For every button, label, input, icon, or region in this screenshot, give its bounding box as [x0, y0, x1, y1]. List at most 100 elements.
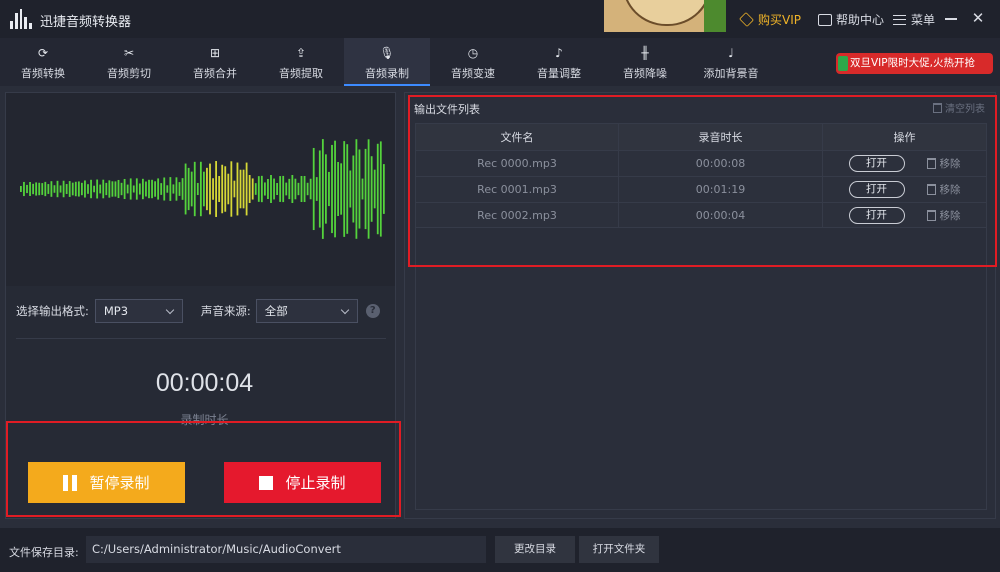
app-logo-icon	[10, 9, 32, 29]
tab-audio-denoise[interactable]: ╫ 音频降噪	[602, 38, 688, 86]
waveform-bar	[233, 180, 236, 198]
menu-label: 菜单	[911, 13, 936, 27]
waveform-bar	[123, 178, 126, 200]
app-title: 迅捷音频转换器	[40, 15, 132, 30]
waveform-bar	[343, 141, 346, 237]
waveform-bar	[321, 139, 324, 239]
waveform-bar	[276, 182, 278, 196]
waveform-bar	[254, 183, 257, 195]
waveform-bar	[87, 184, 89, 194]
waveform-bar	[325, 154, 327, 224]
waveform-bar	[190, 171, 193, 207]
denoise-icon: ╫	[641, 46, 649, 60]
waveform-bar	[47, 184, 50, 194]
waveform-bar	[50, 181, 53, 197]
promo-banner[interactable]: 双旦VIP限时大促,火热开抢	[836, 53, 993, 74]
waveform-bar	[288, 178, 291, 200]
convert-icon: ⟳	[37, 46, 49, 60]
waveform-bar	[59, 185, 62, 193]
waveform-bar	[370, 156, 373, 222]
waveform-bar	[218, 176, 221, 202]
waveform-bar	[297, 182, 300, 196]
waveform-bar	[328, 171, 330, 207]
waveform-bar	[315, 177, 318, 201]
waveform-bar	[68, 181, 71, 197]
tab-audio-extract[interactable]: ⇪ 音频提取	[258, 38, 344, 86]
waveform-bar	[199, 161, 202, 217]
waveform-bar	[108, 180, 111, 198]
waveform-bar	[114, 181, 117, 197]
tab-audio-merge[interactable]: ⊞ 音频合并	[172, 38, 258, 86]
save-directory-bar: 文件保存目录: C:/Users/Administrator/Music/Aud…	[0, 528, 1000, 572]
waveform-bar	[270, 175, 272, 203]
waveform-bar	[361, 178, 364, 200]
waveform-bar	[99, 184, 102, 194]
waveform-bar	[251, 178, 254, 200]
source-value: 全部	[264, 304, 288, 318]
waveform-bar	[245, 162, 248, 216]
waveform-bar	[279, 176, 282, 202]
waveform-bar	[181, 178, 184, 200]
help-question-icon[interactable]: ?	[365, 304, 380, 318]
waveform-bar	[84, 180, 86, 198]
buy-vip-label: 购买VIP	[758, 13, 801, 27]
waveform-bar	[169, 177, 172, 201]
save-path-field[interactable]: C:/Users/Administrator/Music/AudioConver…	[86, 536, 486, 563]
waveform-bar	[306, 182, 309, 196]
waveform-bar	[90, 179, 92, 199]
waveform-bar	[74, 181, 77, 197]
waveform-bar	[340, 163, 343, 215]
waveform-bar	[303, 175, 306, 203]
waveform-bar	[285, 182, 288, 196]
menu-button[interactable]: 菜单	[893, 11, 935, 28]
waveform-bar	[23, 181, 25, 197]
tab-add-background-music[interactable]: ♩ 添加背景音	[688, 38, 774, 86]
waveform-bar	[367, 139, 370, 239]
waveform-bar	[20, 186, 22, 192]
waveform-bar	[242, 169, 245, 209]
waveform-bar	[132, 185, 135, 193]
waveform-bar	[224, 166, 227, 212]
waveform-bar	[35, 182, 38, 196]
waveform-bar	[187, 167, 190, 211]
waveform-bar	[309, 178, 312, 200]
user-avatar[interactable]	[604, 0, 726, 32]
change-directory-button[interactable]: 更改目录	[495, 536, 575, 563]
waveform-bar	[172, 184, 175, 194]
waveform-bar	[160, 183, 163, 195]
waveform-bar	[81, 182, 83, 196]
waveform-bar	[209, 163, 211, 215]
waveform-bar	[56, 180, 59, 198]
tab-audio-cut[interactable]: ✂ 音频剪切	[86, 38, 172, 86]
waveform-bar	[26, 184, 28, 194]
annotation-box-output-list	[408, 95, 997, 267]
tab-audio-convert[interactable]: ⟳ 音频转换	[0, 38, 86, 86]
source-label: 声音来源:	[200, 304, 251, 318]
waveform-bar	[145, 181, 147, 197]
buy-vip-button[interactable]: 购买VIP	[739, 11, 801, 28]
merge-icon: ⊞	[209, 46, 221, 60]
close-icon[interactable]: ✕	[970, 10, 986, 26]
help-center-button[interactable]: 帮助中心	[818, 11, 884, 28]
tab-audio-record[interactable]: 🎙︎ 音频录制	[344, 38, 430, 86]
format-select[interactable]: MP3	[94, 299, 183, 323]
tab-audio-speed[interactable]: ◷ 音频变速	[430, 38, 516, 86]
waveform-bar	[291, 175, 294, 203]
waveform-bar	[71, 182, 74, 196]
minimize-icon[interactable]	[945, 18, 957, 20]
waveform-bar	[379, 141, 382, 237]
waveform-bar	[337, 162, 339, 216]
waveform-bar	[154, 181, 156, 197]
waveform-bar	[163, 177, 166, 201]
divider	[16, 338, 386, 339]
source-select[interactable]: 全部	[255, 299, 358, 323]
waveform-bar	[65, 184, 68, 194]
waveform-bar	[227, 173, 230, 205]
waveform-bar	[382, 164, 385, 214]
tab-volume-adjust[interactable]: ♪ 音量调整	[516, 38, 602, 86]
open-folder-button[interactable]: 打开文件夹	[579, 536, 659, 563]
waveform-bar	[102, 179, 105, 199]
waveform-bar	[334, 140, 336, 238]
waveform-bar	[352, 155, 355, 223]
waveform-bar	[294, 178, 297, 200]
